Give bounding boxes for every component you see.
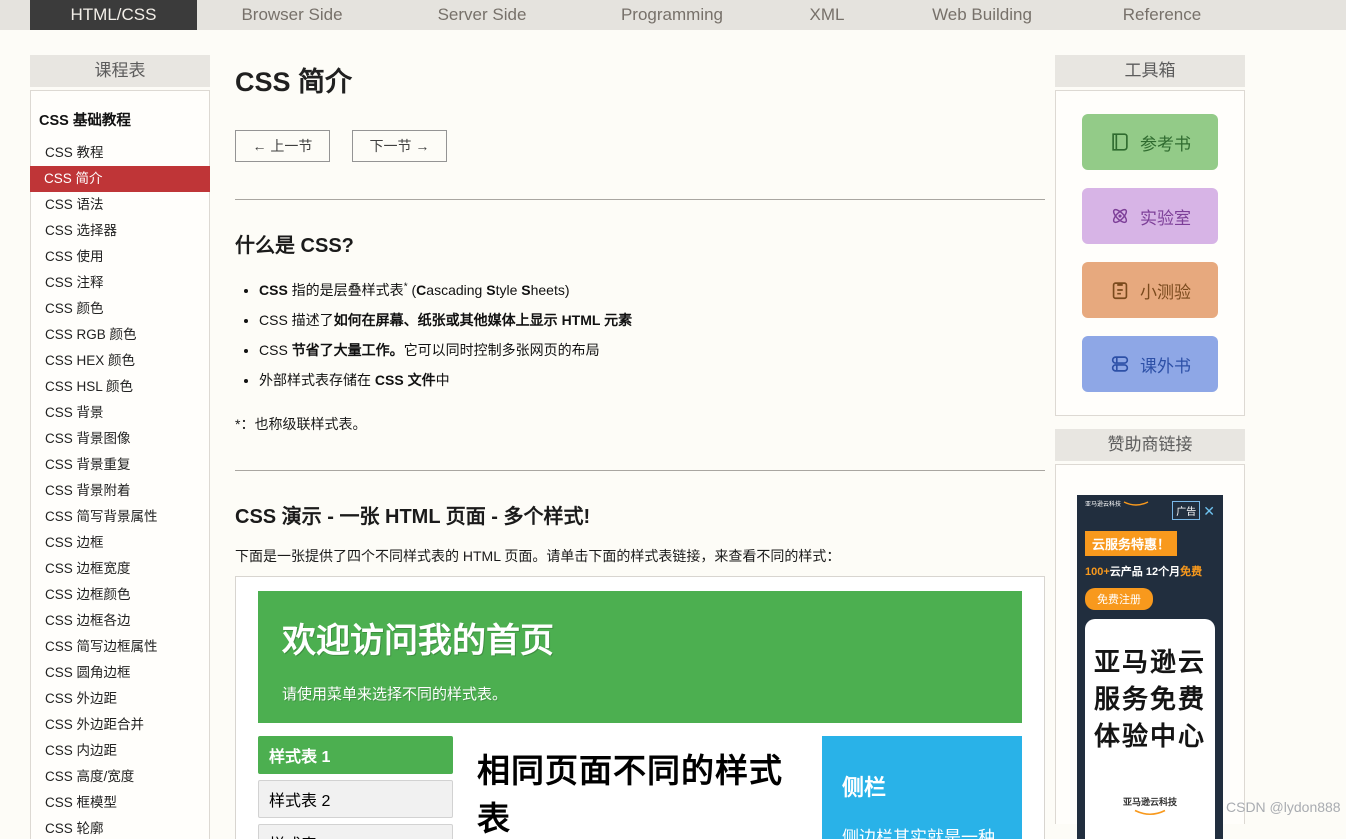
css-demo-frame: 欢迎访问我的首页 请使用菜单来选择不同的样式表。 样式表 1 样式表 2 样式表… [235, 576, 1045, 839]
css-demo-heading: CSS 演示 - 一张 HTML 页面 - 多个样式! [235, 500, 1045, 529]
demo-banner: 欢迎访问我的首页 请使用菜单来选择不同的样式表。 [258, 591, 1022, 723]
demo-content-title: 相同页面不同的样式表 [477, 744, 798, 839]
stylesheet-menu: 样式表 1 样式表 2 样式表 3 样式表 4 无样式表 [258, 736, 453, 839]
stylesheet2-button[interactable]: 样式表 2 [258, 780, 453, 818]
ad-card-title: 亚马逊云 服务免费 体验中心 [1089, 644, 1211, 755]
sidebar-item-css-border-sides[interactable]: CSS 边框各边 [31, 608, 209, 634]
amazon-smile-icon [1133, 809, 1167, 816]
demo-sidebar: 侧栏 侧边栏其实就是一种比较经典的网站导航设计，它的形式通常为竖向的一列，展示在… [822, 736, 1022, 839]
sidebar-item-css-background[interactable]: CSS 背景 [31, 400, 209, 426]
sidebar-item-css-margin[interactable]: CSS 外边距 [31, 686, 209, 712]
clipboard-icon [1109, 279, 1131, 301]
demo-intro-text: 下面是一张提供了四个不同样式表的 HTML 页面。请单击下面的样式表链接，来查看… [235, 546, 1045, 566]
bullet-css-definition: CSS 指的是层叠样式表* (Cascading Style Sheets) [259, 280, 1045, 300]
sidebar-item-css-hsl[interactable]: CSS HSL 颜色 [31, 374, 209, 400]
demo-banner-subtitle: 请使用菜单来选择不同的样式表。 [282, 683, 998, 704]
demo-sidebar-title: 侧栏 [842, 770, 1002, 802]
toolbox-sidebar: 工具箱 参考书 实验室 小测验 课外书 赞助商链接 亚马逊云科技 [1055, 55, 1245, 824]
tab-html-css[interactable]: HTML/CSS [30, 0, 197, 30]
csdn-watermark: CSDN @lydon888 [1226, 799, 1341, 815]
tab-xml[interactable]: XML [767, 0, 887, 30]
sidebar-item-css-border[interactable]: CSS 边框 [31, 530, 209, 556]
divider [235, 199, 1045, 200]
sidebar-item-css-height-width[interactable]: CSS 高度/宽度 [31, 764, 209, 790]
toolbox-panel: 参考书 实验室 小测验 课外书 [1055, 90, 1245, 416]
sidebar-item-css-rounded-border[interactable]: CSS 圆角边框 [31, 660, 209, 686]
sidebar-item-css-border-color[interactable]: CSS 边框颜色 [31, 582, 209, 608]
advertisement[interactable]: 亚马逊云科技 广告 ✕ 云服务特惠！ 100+云产品 12个月免费 免费注册 亚… [1077, 495, 1223, 839]
toolbox-header: 工具箱 [1055, 55, 1245, 87]
course-list: CSS 基础教程 CSS 教程 CSS 简介 CSS 语法 CSS 选择器 CS… [30, 90, 210, 839]
sidebar-item-css-tutorial[interactable]: CSS 教程 [31, 140, 209, 166]
what-is-css-heading: 什么是 CSS? [235, 229, 1045, 258]
stylesheet1-button[interactable]: 样式表 1 [258, 736, 453, 774]
demo-sidebar-text: 侧边栏其实就是一种比较经典的网站导航设计，它的形式通常为竖向的一列，展示在网站的… [842, 822, 1002, 839]
bullet-css-describes: CSS 描述了如何在屏幕、纸张或其他媒体上显示 HTML 元素 [259, 310, 1045, 330]
tab-reference[interactable]: Reference [1077, 0, 1247, 30]
sidebar-item-css-selectors[interactable]: CSS 选择器 [31, 218, 209, 244]
prev-section-button[interactable]: ← 上一节 [235, 130, 330, 162]
sidebar-item-css-rgb[interactable]: CSS RGB 颜色 [31, 322, 209, 348]
tab-web-building[interactable]: Web Building [887, 0, 1077, 30]
course-group-title: CSS 基础教程 [31, 97, 209, 140]
ad-card[interactable]: 亚马逊云 服务免费 体验中心 亚马逊云科技 爆款服务器 三 [1085, 619, 1215, 839]
amazon-logo: 亚马逊云科技 [1089, 795, 1211, 818]
amazon-smile-icon [1123, 501, 1149, 506]
sidebar-item-css-bg-image[interactable]: CSS 背景图像 [31, 426, 209, 452]
course-sidebar: 课程表 CSS 基础教程 CSS 教程 CSS 简介 CSS 语法 CSS 选择… [30, 55, 210, 839]
laboratory-button[interactable]: 实验室 [1082, 188, 1218, 244]
ad-label: 广告 [1172, 501, 1200, 520]
extra-reading-button[interactable]: 课外书 [1082, 336, 1218, 392]
sponsor-header: 赞助商链接 [1055, 429, 1245, 461]
sidebar-item-css-comments[interactable]: CSS 注释 [31, 270, 209, 296]
sidebar-item-css-howto[interactable]: CSS 使用 [31, 244, 209, 270]
sidebar-item-css-bg-shorthand[interactable]: CSS 简写背景属性 [31, 504, 209, 530]
sponsor-panel: 亚马逊云科技 广告 ✕ 云服务特惠！ 100+云产品 12个月免费 免费注册 亚… [1055, 464, 1245, 824]
quiz-button[interactable]: 小测验 [1082, 262, 1218, 318]
reference-book-button[interactable]: 参考书 [1082, 114, 1218, 170]
css-facts-list: CSS 指的是层叠样式表* (Cascading Style Sheets) C… [259, 280, 1045, 390]
next-section-button[interactable]: 下一节 → [352, 130, 447, 162]
ad-register-button[interactable]: 免费注册 [1085, 588, 1153, 610]
sidebar-item-css-hex[interactable]: CSS HEX 颜色 [31, 348, 209, 374]
books-icon [1109, 353, 1131, 375]
book-icon [1109, 131, 1131, 153]
footnote: *：也称级联样式表。 [235, 414, 1045, 434]
sidebar-item-css-intro[interactable]: CSS 简介 [30, 166, 210, 192]
stylesheet3-button[interactable]: 样式表 3 [258, 824, 453, 839]
pager: ← 上一节 下一节 → [235, 130, 1045, 162]
divider [235, 470, 1045, 471]
ad-promo-badge: 云服务特惠！ [1085, 531, 1177, 556]
sidebar-item-css-syntax[interactable]: CSS 语法 [31, 192, 209, 218]
sidebar-item-css-padding[interactable]: CSS 内边距 [31, 738, 209, 764]
bullet-css-external: 外部样式表存储在 CSS 文件中 [259, 370, 1045, 390]
ad-promo-line: 100+云产品 12个月免费 [1085, 563, 1215, 579]
sidebar-item-css-outline[interactable]: CSS 轮廓 [31, 816, 209, 839]
sidebar-item-css-border-width[interactable]: CSS 边框宽度 [31, 556, 209, 582]
sidebar-item-css-bg-attachment[interactable]: CSS 背景附着 [31, 478, 209, 504]
sidebar-item-css-border-shorthand[interactable]: CSS 简写边框属性 [31, 634, 209, 660]
sidebar-item-css-margin-collapse[interactable]: CSS 外边距合并 [31, 712, 209, 738]
tab-browser-side[interactable]: Browser Side [197, 0, 387, 30]
top-navigation: HTML/CSS Browser Side Server Side Progra… [0, 0, 1346, 30]
demo-banner-title: 欢迎访问我的首页 [282, 613, 998, 662]
main-content: CSS 简介 ← 上一节 下一节 → 什么是 CSS? CSS 指的是层叠样式表… [235, 50, 1045, 839]
page-title: CSS 简介 [235, 60, 1045, 99]
amazon-logo-mini: 亚马逊云科技 [1085, 501, 1149, 508]
bullet-css-saves-work: CSS 节省了大量工作。它可以同时控制多张网页的布局 [259, 340, 1045, 360]
atom-icon [1109, 205, 1131, 227]
tab-programming[interactable]: Programming [577, 0, 767, 30]
sidebar-item-css-bg-repeat[interactable]: CSS 背景重复 [31, 452, 209, 478]
tab-server-side[interactable]: Server Side [387, 0, 577, 30]
ad-close-icon[interactable]: ✕ [1203, 504, 1215, 518]
course-sidebar-header: 课程表 [30, 55, 210, 87]
sidebar-item-css-box-model[interactable]: CSS 框模型 [31, 790, 209, 816]
demo-main-content: 相同页面不同的样式表 这是不同样式表如何更改HTML页面布局的演示。您可以通过在… [469, 736, 806, 839]
sidebar-item-css-colors[interactable]: CSS 颜色 [31, 296, 209, 322]
